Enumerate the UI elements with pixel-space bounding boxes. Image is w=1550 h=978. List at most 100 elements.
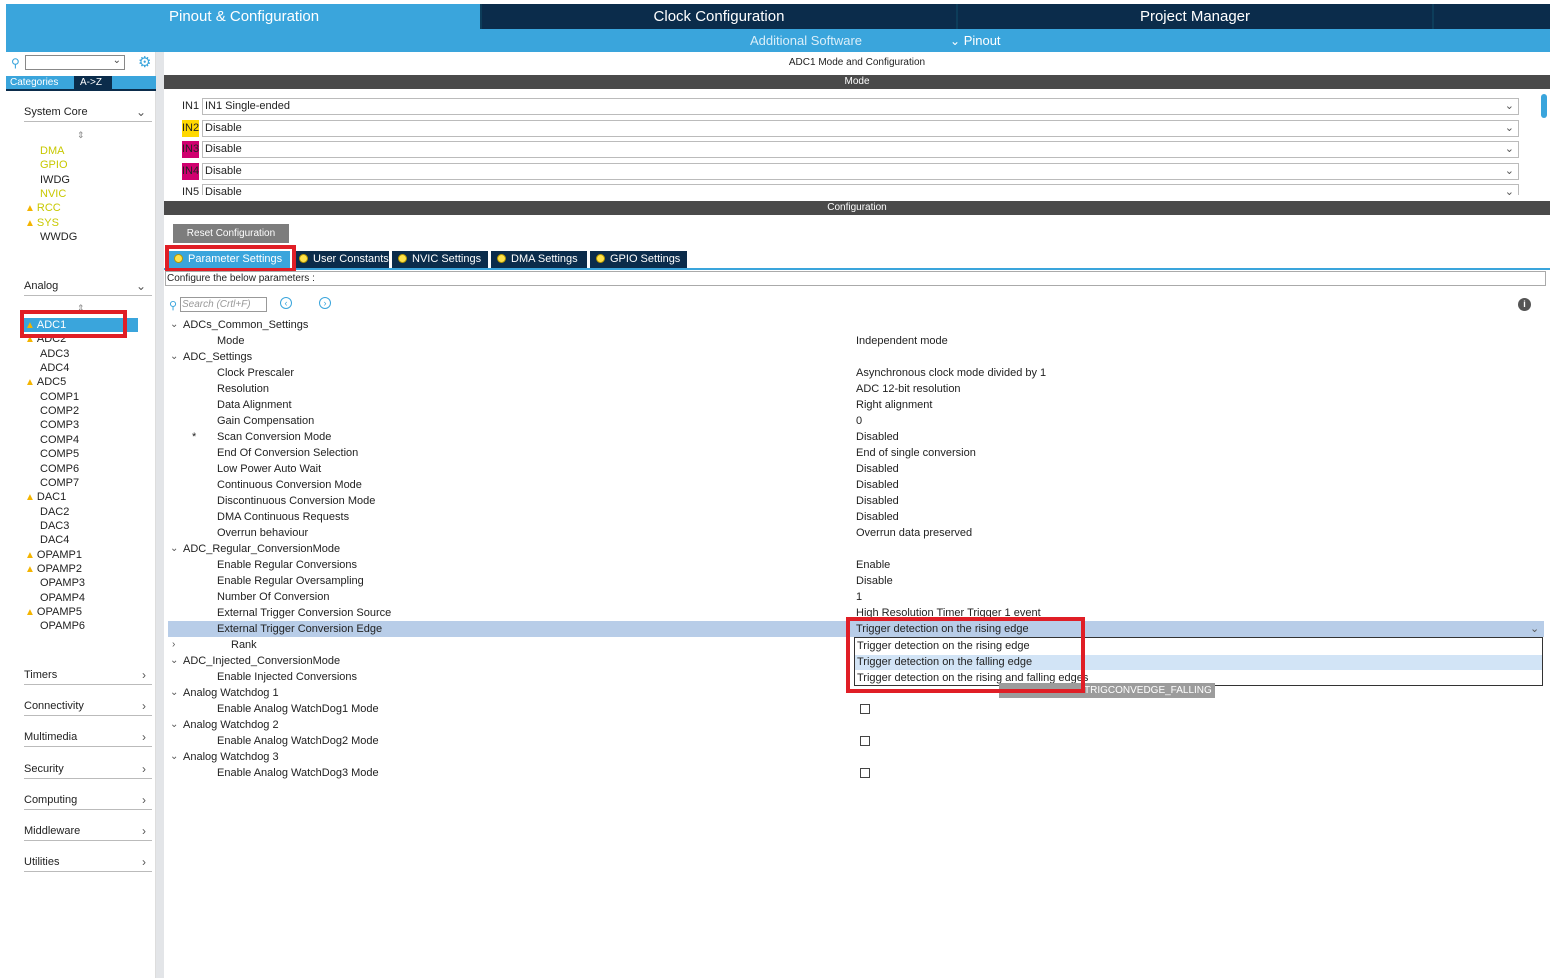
config-tab[interactable]: NVIC Settings <box>392 251 488 268</box>
param-label[interactable]: Discontinuous Conversion Mode <box>217 493 375 509</box>
info-icon[interactable]: i <box>1518 298 1531 311</box>
analog-item[interactable]: ADC3 <box>40 347 69 361</box>
param-label[interactable]: Enable Regular Conversions <box>217 557 357 573</box>
param-value[interactable]: Disabled <box>856 461 899 477</box>
analog-item[interactable]: ▲ OPAMP5 <box>25 605 82 620</box>
analog-item[interactable]: COMP5 <box>40 447 79 461</box>
system-core-item[interactable]: IWDG <box>40 173 70 187</box>
system-core-item[interactable]: ▲ SYS <box>25 216 59 231</box>
chevron-down-icon[interactable]: ⌄ <box>170 317 178 333</box>
param-value[interactable]: Asynchronous clock mode divided by 1 <box>856 365 1046 381</box>
param-label[interactable]: ADC_Regular_ConversionMode <box>183 541 340 557</box>
analog-item[interactable]: DAC2 <box>40 505 69 519</box>
param-value[interactable]: Disable <box>856 573 893 589</box>
param-value[interactable]: 1 <box>856 589 862 605</box>
analog-item[interactable]: COMP1 <box>40 390 79 404</box>
chevron-down-icon[interactable]: ⌄ <box>170 653 178 669</box>
param-label[interactable]: Clock Prescaler <box>217 365 294 381</box>
param-label[interactable]: External Trigger Conversion Edge <box>217 621 382 637</box>
analog-item[interactable]: COMP2 <box>40 404 79 418</box>
analog-item[interactable]: ▲ ADC5 <box>25 375 66 390</box>
category-item[interactable]: Security › <box>24 759 152 779</box>
chevron-down-icon[interactable]: ⌄ <box>170 541 178 557</box>
param-value[interactable]: Disabled <box>856 493 899 509</box>
tab-project-manager[interactable]: Project Manager <box>958 4 1434 29</box>
analog-item[interactable]: OPAMP4 <box>40 591 85 605</box>
mode-select[interactable]: Disable ⌄ <box>202 141 1519 158</box>
analog-item[interactable]: COMP3 <box>40 418 79 432</box>
chevron-down-icon[interactable]: ⌄ <box>170 717 178 733</box>
analog-item[interactable]: OPAMP3 <box>40 576 85 590</box>
param-value[interactable]: ADC 12-bit resolution <box>856 381 961 397</box>
analog-item[interactable]: COMP4 <box>40 433 79 447</box>
analog-item[interactable]: ▲ OPAMP1 <box>25 548 82 563</box>
param-checkbox[interactable] <box>860 704 870 714</box>
system-core-item[interactable]: GPIO <box>40 158 68 172</box>
reset-configuration-button[interactable]: Reset Configuration <box>173 224 289 243</box>
gear-icon[interactable]: ⚙ <box>138 53 151 71</box>
param-label[interactable]: Enable Regular Oversampling <box>217 573 364 589</box>
param-value[interactable]: Disabled <box>856 477 899 493</box>
param-value[interactable]: Enable <box>856 557 890 573</box>
param-label[interactable]: Enable Injected Conversions <box>217 669 357 685</box>
param-label[interactable]: ADC_Settings <box>183 349 252 365</box>
param-label[interactable]: Analog Watchdog 2 <box>183 717 279 733</box>
panel-splitter[interactable] <box>156 52 164 978</box>
param-value[interactable]: 0 <box>856 413 862 429</box>
param-search-input[interactable]: Search (Crtl+F) <box>180 297 267 312</box>
param-value[interactable]: Independent mode <box>856 333 948 349</box>
tab-pinout-configuration[interactable]: Pinout & Configuration <box>6 4 482 29</box>
config-tab[interactable]: DMA Settings <box>491 251 587 268</box>
param-label[interactable]: Low Power Auto Wait <box>217 461 321 477</box>
param-value[interactable]: Disabled <box>856 509 899 525</box>
chevron-right-icon[interactable]: › <box>172 637 175 653</box>
tab-clock-configuration[interactable]: Clock Configuration <box>482 4 958 29</box>
param-label[interactable]: End Of Conversion Selection <box>217 445 358 461</box>
chevron-down-icon[interactable]: ⌄ <box>170 749 178 765</box>
param-label[interactable]: Analog Watchdog 1 <box>183 685 279 701</box>
mode-scrollbar[interactable] <box>1541 94 1547 118</box>
system-core-item[interactable]: ▲ RCC <box>25 201 61 216</box>
mode-select[interactable]: IN1 Single-ended ⌄ <box>202 98 1519 115</box>
config-tab[interactable]: User Constants <box>293 251 389 268</box>
analog-item[interactable]: DAC3 <box>40 519 69 533</box>
category-item[interactable]: Middleware › <box>24 821 152 841</box>
param-label[interactable]: Analog Watchdog 3 <box>183 749 279 765</box>
param-checkbox[interactable] <box>860 736 870 746</box>
prev-match-icon[interactable]: ‹ <box>280 297 292 309</box>
param-label[interactable]: Data Alignment <box>217 397 292 413</box>
category-item[interactable]: Connectivity › <box>24 696 152 717</box>
system-core-item[interactable]: WWDG <box>40 230 77 244</box>
param-label[interactable]: ADCs_Common_Settings <box>183 317 308 333</box>
category-analog[interactable]: Analog ⌄ <box>24 276 152 296</box>
param-label[interactable]: Scan Conversion Mode <box>217 429 331 445</box>
tab-a-z[interactable]: A->Z <box>74 76 112 91</box>
analog-item[interactable]: COMP6 <box>40 462 79 476</box>
category-item[interactable]: Timers › <box>24 665 152 685</box>
chevron-down-icon[interactable]: ⌄ <box>170 685 178 701</box>
param-label[interactable]: Overrun behaviour <box>217 525 308 541</box>
chevron-down-icon[interactable]: ⌄ <box>170 349 178 365</box>
analog-item[interactable]: ▲ DAC1 <box>25 490 66 505</box>
param-label[interactable]: Enable Analog WatchDog2 Mode <box>217 733 379 749</box>
category-item[interactable]: Computing › <box>24 790 152 810</box>
system-core-item[interactable]: DMA <box>40 144 64 158</box>
edge-select-chevron[interactable]: ⌄ <box>1530 622 1539 635</box>
tab-categories[interactable]: Categories <box>10 76 72 91</box>
mode-select[interactable]: Disable ⌄ <box>202 119 1519 137</box>
param-label[interactable]: Resolution <box>217 381 269 397</box>
additional-software-link[interactable]: Additional Software <box>750 29 862 52</box>
analog-item[interactable]: ▲ OPAMP2 <box>25 562 82 577</box>
category-system-core[interactable]: System Core ⌄ <box>24 102 152 122</box>
param-value[interactable]: End of single conversion <box>856 445 976 461</box>
analog-item[interactable]: DAC4 <box>40 533 69 547</box>
category-item[interactable]: Utilities › <box>24 852 152 873</box>
analog-item[interactable]: ADC4 <box>40 361 69 375</box>
param-label[interactable]: External Trigger Conversion Source <box>217 605 391 621</box>
param-label[interactable]: Rank <box>231 637 257 653</box>
param-label[interactable]: ADC_Injected_ConversionMode <box>183 653 340 669</box>
param-label[interactable]: Enable Analog WatchDog1 Mode <box>217 701 379 717</box>
mode-select[interactable]: Disable ⌄ <box>202 162 1519 180</box>
param-value[interactable]: Right alignment <box>856 397 932 413</box>
analog-item[interactable]: COMP7 <box>40 476 79 490</box>
